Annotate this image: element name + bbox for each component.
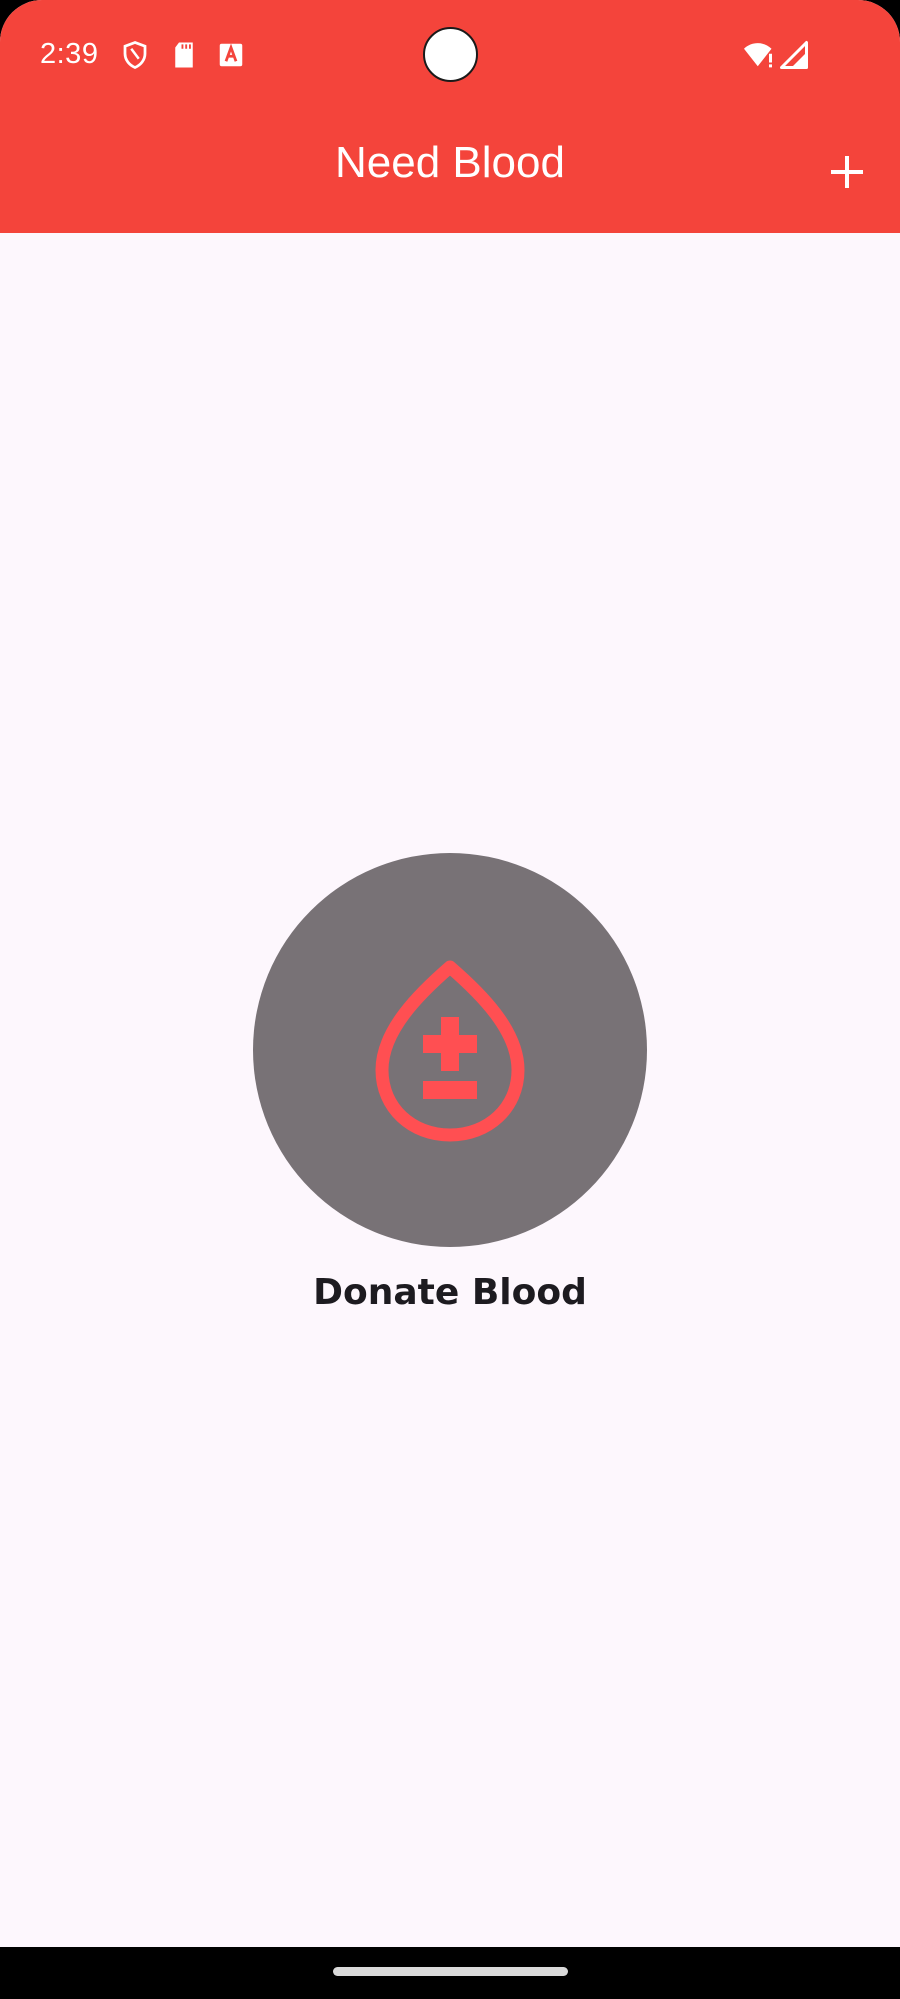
shield-icon (123, 41, 147, 70)
screen: 2:39 Need Blood Donate Blood (0, 0, 900, 1999)
donate-blood-button[interactable] (253, 853, 647, 1247)
plus-icon (831, 156, 863, 188)
add-button[interactable] (820, 145, 874, 199)
wifi-alert-icon (744, 43, 772, 68)
app-header: 2:39 Need Blood (0, 0, 900, 233)
donate-blood-label[interactable]: Donate Blood (0, 1272, 900, 1313)
a-box-icon (219, 43, 243, 67)
navigation-bar (0, 1947, 900, 1999)
camera-cutout (423, 27, 478, 82)
signal-icon (780, 41, 808, 69)
sd-card-icon (175, 42, 193, 68)
status-time: 2:39 (40, 38, 99, 70)
page-title: Need Blood (335, 138, 565, 187)
home-indicator[interactable] (333, 1967, 568, 1976)
blood-drop-plus-minus-icon (375, 960, 525, 1142)
